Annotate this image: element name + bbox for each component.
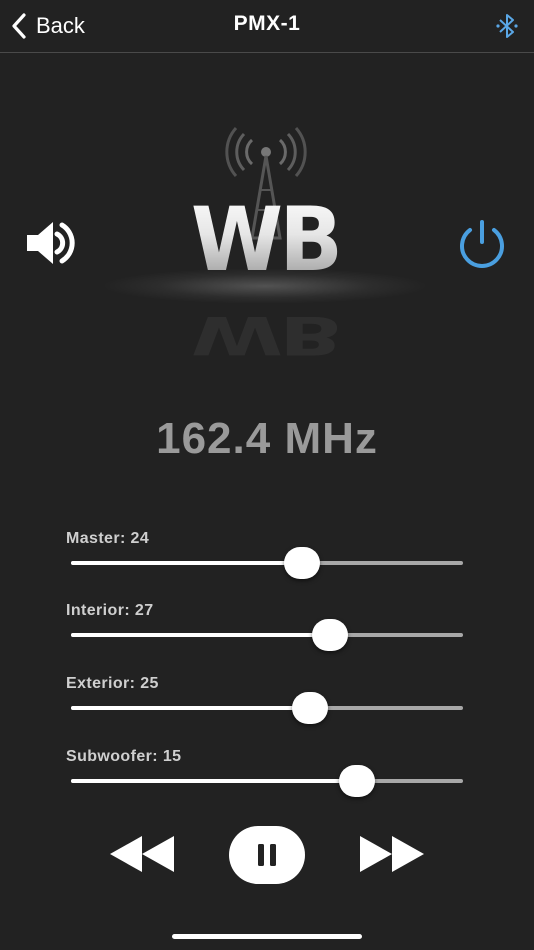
master-slider-thumb[interactable] [284,547,321,579]
band-logo: WB WB [100,118,430,366]
slider-label: Subwoofer: 15 [66,748,182,765]
slider-fill [71,706,311,710]
power-icon [460,220,504,268]
slider-fill [71,561,303,565]
slider-label: Exterior: 25 [66,675,159,692]
volume-button[interactable] [24,216,82,270]
speaker-volume-icon [27,222,75,264]
fast-forward-button[interactable] [358,834,426,874]
slider-subwoofer: Subwoofer: 15 [66,748,466,797]
transport-controls [0,826,534,886]
slider-label: Interior: 27 [66,602,154,619]
bluetooth-icon [496,14,518,38]
logo-text: WB [146,188,384,291]
navigation-bar: Back PMX-1 [0,0,534,53]
page-title: PMX-1 [233,12,301,35]
slider-master: Master: 24 [66,530,466,579]
rewind-icon [110,836,174,872]
slider-interior: Interior: 27 [66,602,466,651]
logo-reflection: WB [190,304,340,367]
subwoofer-slider-track[interactable] [71,765,463,797]
master-slider-track[interactable] [71,547,463,579]
slider-exterior: Exterior: 25 [66,675,466,724]
fast-forward-icon [360,836,424,872]
bluetooth-button[interactable] [494,12,520,40]
slider-label: Master: 24 [66,530,150,547]
pause-button[interactable] [229,826,305,884]
interior-slider-track[interactable] [71,619,463,651]
slider-fill [71,779,358,783]
interior-slider-thumb[interactable] [311,619,348,651]
home-indicator[interactable] [172,934,362,939]
pause-icon [258,844,276,866]
power-button[interactable] [454,218,510,268]
frequency-display: 162.4 MHz [156,414,378,463]
subwoofer-slider-thumb[interactable] [339,765,376,797]
rewind-button[interactable] [108,834,176,874]
slider-fill [71,633,330,637]
exterior-slider-track[interactable] [71,692,463,724]
exterior-slider-thumb[interactable] [292,692,329,724]
